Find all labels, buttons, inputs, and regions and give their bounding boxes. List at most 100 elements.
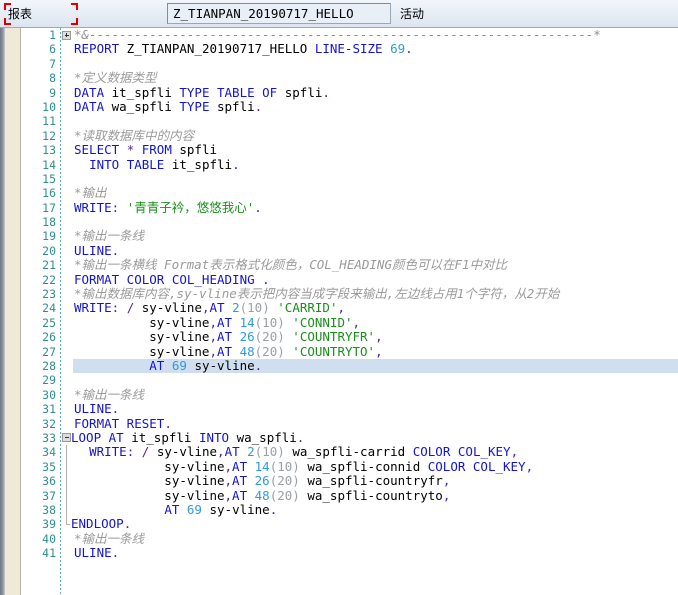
code-token: it_spfli <box>164 156 233 172</box>
code-line[interactable]: 18 <box>0 215 678 229</box>
code-line[interactable]: 19 *输出一条线 <box>0 228 678 244</box>
program-name-input[interactable]: Z_TIANPAN_20190717_HELLO <box>167 3 391 24</box>
editor-toolbar: 报表 Z_TIANPAN_20190717_HELLO 活动 <box>0 0 678 28</box>
code-token: REPORT <box>74 41 120 57</box>
code-line[interactable]: 36 sy-vline,AT 26(20) wa_spfli-countryfr… <box>0 473 678 489</box>
code-token: TYPE TABLE OF <box>179 84 278 100</box>
code-token: INTO <box>198 429 230 445</box>
code-token: FORMAT COLOR COL_HEADING <box>74 271 255 287</box>
code-line[interactable]: 31 ULINE. <box>0 401 678 416</box>
code-line[interactable]: 16 *输出 <box>0 186 678 201</box>
code-token: AT <box>224 444 240 460</box>
code-token: 'COUNTRYTO' <box>292 343 376 359</box>
code-line[interactable]: 41 ULINE. <box>0 545 678 560</box>
code-line[interactable]: 13 SELECT * FROM spfli <box>0 142 678 158</box>
code-line-text: FORMAT RESET. <box>74 416 172 431</box>
abap-source-editor[interactable]: 1 *&-------------------------------------… <box>0 28 678 595</box>
line-number: 29 <box>42 373 56 388</box>
code-token: AT <box>232 487 248 503</box>
code-line-text: FORMAT COLOR COL_HEADING . <box>74 271 270 287</box>
code-token: , <box>510 444 519 460</box>
code-line[interactable]: 33 LOOP AT it_spfli INTO wa_spfli. <box>0 429 678 445</box>
code-line-text: DATA it_spfli TYPE TABLE OF spfli. <box>74 84 330 100</box>
code-token: it_spfli <box>104 84 180 100</box>
code-line[interactable]: 9 DATA it_spfli TYPE TABLE OF spfli. <box>0 84 678 100</box>
line-number: 13 <box>42 143 56 158</box>
code-token: *输出一条线 <box>74 228 145 244</box>
line-number: 22 <box>42 272 56 287</box>
code-line[interactable]: 35 sy-vline,AT 14(10) wa_spfli-connid CO… <box>0 458 678 475</box>
code-token: ULINE <box>74 242 112 258</box>
code-line[interactable]: 32 FORMAT RESET. <box>0 416 678 431</box>
code-line-text: ENDLOOP. <box>71 517 131 531</box>
code-token: AT <box>232 473 248 489</box>
code-token: , <box>209 314 217 330</box>
code-line[interactable]: 8 *定义数据类型 <box>0 70 678 85</box>
code-line[interactable]: 29 <box>0 373 678 387</box>
code-line[interactable]: 15 <box>0 172 678 186</box>
code-token: 14 <box>254 458 270 474</box>
code-line[interactable]: 27 sy-vline,AT 48(20) 'COUNTRYTO', <box>0 343 678 359</box>
code-line[interactable]: 30 *输出一条线 <box>0 387 678 402</box>
code-lines-container[interactable]: 1 *&-------------------------------------… <box>0 28 678 595</box>
code-token: (10) <box>254 314 285 330</box>
code-line[interactable]: 26 sy-vline,AT 26(20) 'COUNTRYFR', <box>0 329 678 345</box>
code-line[interactable]: 21 *输出一条横线 Format表示格式化颜色，COL_HEADING颜色可以在… <box>0 258 678 273</box>
code-line[interactable]: 25 sy-vline,AT 14(10) 'CONNID', <box>0 314 678 330</box>
code-token: . <box>111 242 120 258</box>
code-line[interactable]: 17 WRITE: '青青子衿，悠悠我心'. <box>0 200 678 215</box>
code-token: spfli <box>171 142 218 158</box>
code-line-text: WRITE: / sy-vline,AT 2(10) 'CARRID', <box>74 301 345 315</box>
code-token: 48 <box>239 343 255 359</box>
code-token: sy-vline <box>134 300 202 316</box>
code-line[interactable]: 11 <box>0 114 678 128</box>
code-line[interactable]: 6 REPORT Z_TIANPAN_20190717_HELLO LINE-SI… <box>0 41 678 57</box>
code-line[interactable]: 1 *&-------------------------------------… <box>0 28 678 42</box>
fold-collapse-icon[interactable] <box>62 433 71 443</box>
code-line[interactable]: 38 AT 69 sy-vline. <box>0 501 678 518</box>
line-number: 39 <box>42 517 56 532</box>
code-line[interactable]: 23 *输出数据库内容,sy-vline表示把内容当成字段来输出,左边线占用1个字… <box>0 286 678 302</box>
line-number: 23 <box>42 287 56 302</box>
code-token: wa_spfli-connid <box>299 458 428 474</box>
code-line[interactable]: 34 WRITE: / sy-vline,AT 2(10) wa_spfli-c… <box>0 444 678 460</box>
code-line-text: sy-vline,AT 14(10) wa_spfli-connid COLOR… <box>74 458 533 474</box>
fold-expand-icon[interactable] <box>62 30 71 40</box>
code-token: sy-vline <box>74 487 225 503</box>
fold-guide-line <box>66 474 67 489</box>
code-token: sy-vline <box>74 329 210 345</box>
code-token: sy-vline <box>74 343 210 359</box>
code-token: . <box>262 271 270 287</box>
code-token: sy-vline <box>74 473 225 489</box>
code-line[interactable]: 28 AT 69 sy-vline. <box>0 357 678 374</box>
code-token: 48 <box>254 487 270 503</box>
code-line[interactable]: 22 FORMAT COLOR COL_HEADING . <box>0 271 678 287</box>
code-line[interactable]: 39 ENDLOOP. <box>0 517 678 532</box>
code-token: . <box>269 501 278 517</box>
code-line[interactable]: 10 DATA wa_spfli TYPE spfli. <box>0 99 678 114</box>
code-token: sy-vline <box>201 501 270 517</box>
program-status-label: 活动 <box>400 7 425 21</box>
line-number: 20 <box>42 243 56 258</box>
code-line[interactable]: 7 <box>0 57 678 71</box>
line-number: 9 <box>49 85 56 100</box>
code-token: . <box>254 357 263 373</box>
code-line[interactable]: 37 sy-vline,AT 48(20) wa_spfli-countryto… <box>0 487 678 503</box>
line-number: 6 <box>49 42 56 57</box>
code-token: sy-vline <box>74 314 210 330</box>
code-token: 69 <box>390 41 406 57</box>
code-token: . <box>296 429 305 445</box>
code-line[interactable]: 20 ULINE. <box>0 242 678 258</box>
fold-guide-line <box>66 459 67 475</box>
code-line[interactable]: 12 *读取数据库中的内容 <box>0 128 678 143</box>
code-line[interactable]: 40 *输出一条线 <box>0 531 678 546</box>
code-line-text: *读取数据库中的内容 <box>74 128 194 143</box>
code-line-text: ULINE. <box>74 545 119 560</box>
code-line[interactable]: 14 INTO TABLE it_spfli. <box>0 156 678 172</box>
code-token: . <box>232 156 240 172</box>
code-line[interactable]: 24 WRITE: / sy-vline,AT 2(10) 'CARRID', <box>0 301 678 316</box>
